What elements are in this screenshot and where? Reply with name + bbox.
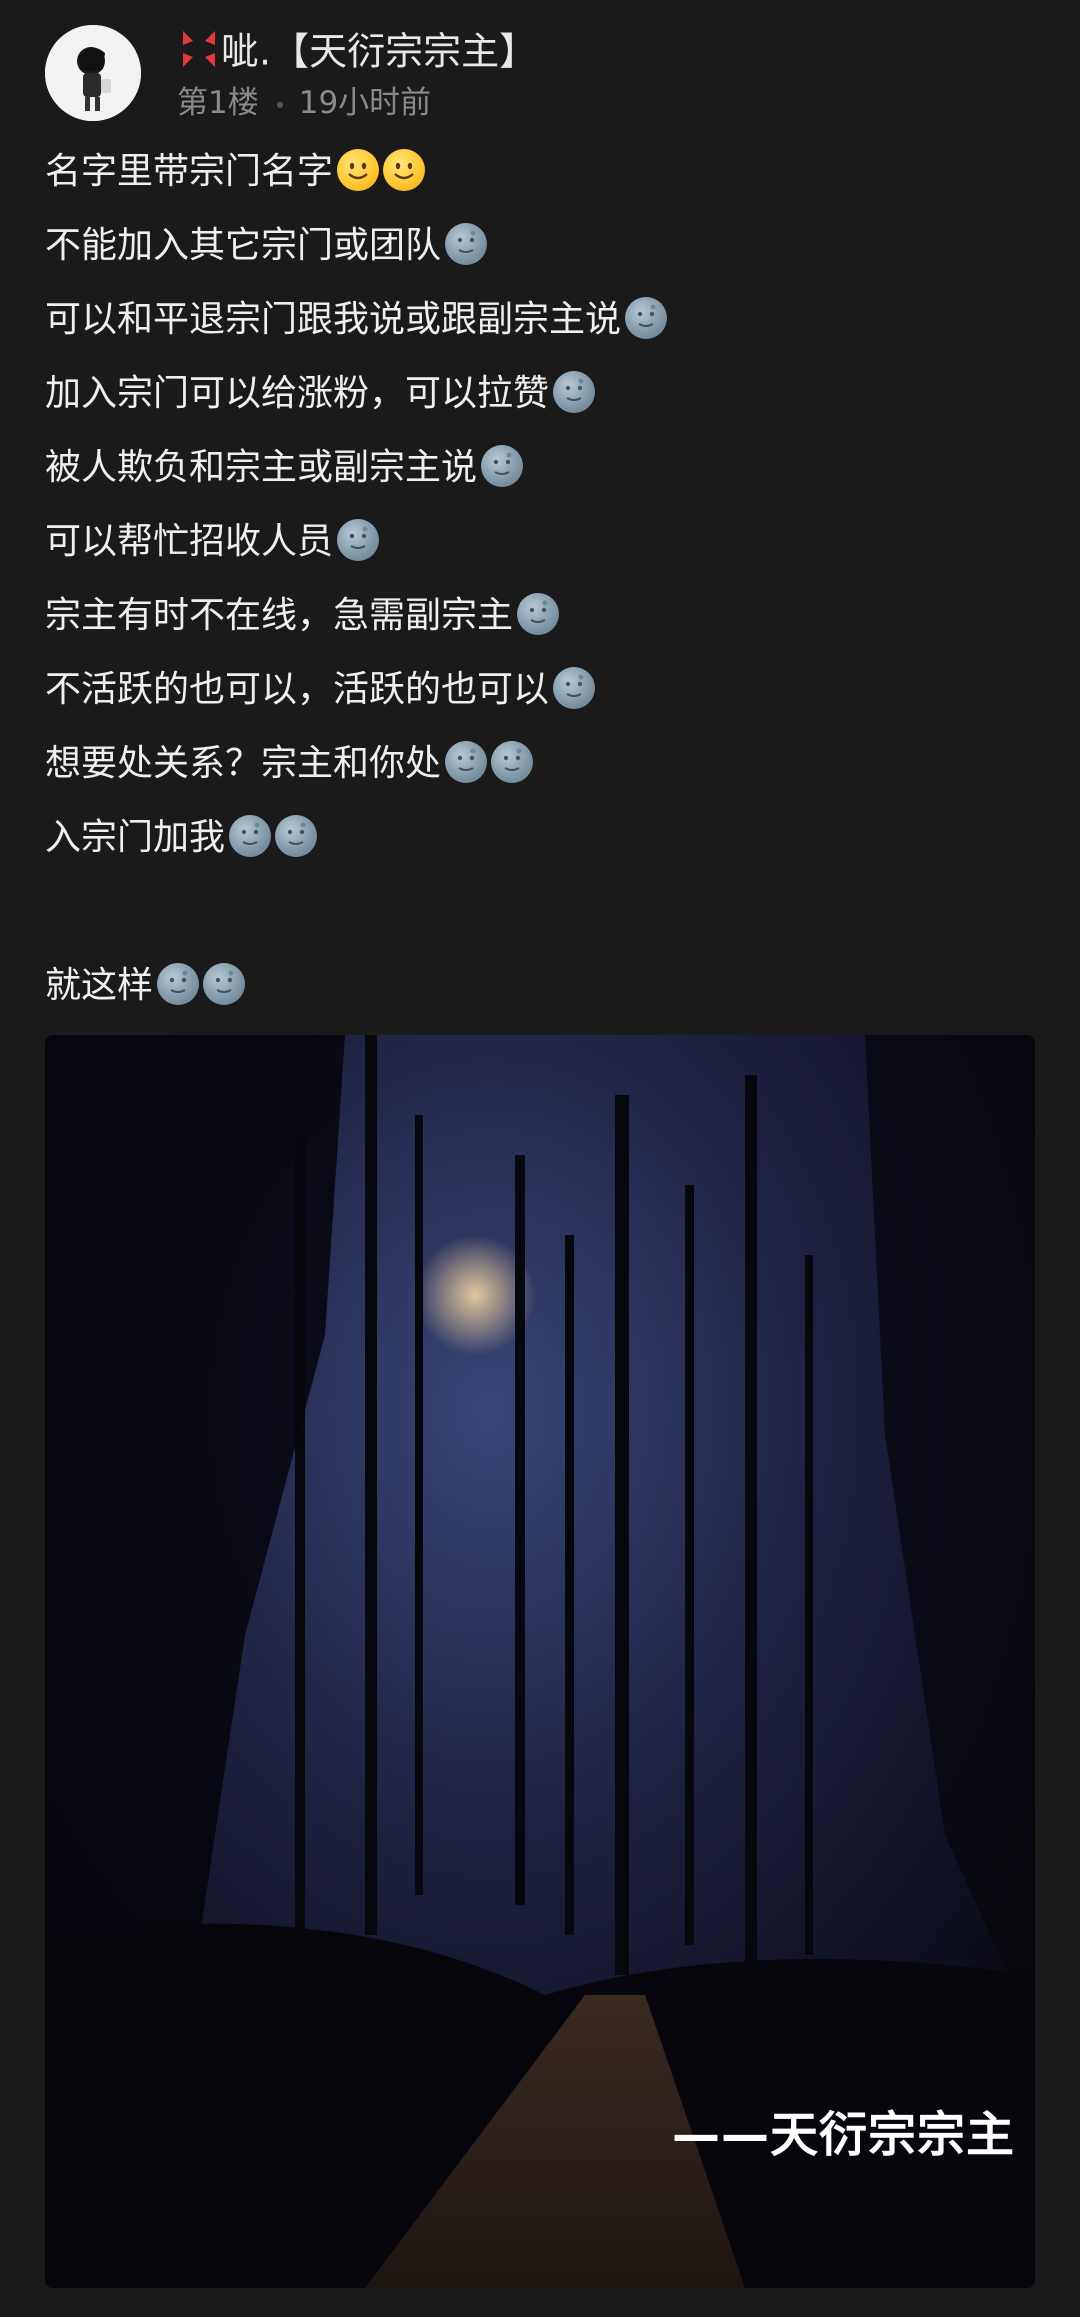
- moon-face-emoji-icon: [553, 667, 596, 709]
- floor-label: 第1楼: [177, 85, 259, 121]
- moon-face-emoji-icon: [445, 223, 488, 265]
- content-line: 想要处关系？宗主和你处: [45, 732, 1035, 806]
- post-time: 19小时前: [298, 85, 432, 121]
- content-line-text: 可以和平退宗门跟我说或跟副宗主说: [45, 299, 622, 340]
- moon-face-emoji-icon: [491, 741, 534, 783]
- image-watermark-text: ——天衍宗宗主: [671, 2107, 1015, 2163]
- moon-face-emoji-icon: [203, 963, 246, 1005]
- moon-face-emoji-icon: [337, 519, 380, 561]
- moon-face-emoji-icon: [275, 815, 318, 857]
- content-line-text: 加入宗门可以给涨粉，可以拉赞: [45, 373, 550, 414]
- content-line: 就这样: [45, 954, 1035, 1028]
- content-line-text: 想要处关系？宗主和你处: [45, 743, 442, 784]
- content-line: 名字里带宗门名字: [45, 140, 1035, 214]
- content-line-text: 入宗门加我: [45, 817, 226, 858]
- smile-emoji-icon: [383, 149, 426, 191]
- post-header: 呲.【天衍宗宗主】 第1楼 19小时前: [45, 25, 1035, 125]
- post-content: 名字里带宗门名字不能加入其它宗门或团队可以和平退宗门跟我说或跟副宗主说 加入宗门可…: [45, 140, 1035, 1028]
- content-line: 被人欺负和宗主或副宗主说: [45, 436, 1035, 510]
- moon-face-emoji-icon: [157, 963, 200, 1005]
- moon-face-emoji-icon: [481, 445, 524, 487]
- moon-face-emoji-icon: [517, 593, 560, 635]
- content-line: 入宗门加我: [45, 806, 1035, 880]
- content-line-text: 名字里带宗门名字: [45, 151, 334, 192]
- moon-face-emoji-icon: [625, 297, 668, 339]
- moon-face-emoji-icon: [445, 741, 488, 783]
- moon-face-emoji-icon: [553, 371, 596, 413]
- content-line-text: 可以帮忙招收人员: [45, 521, 334, 562]
- content-line-text: 不能加入其它宗门或团队: [45, 225, 442, 266]
- avatar[interactable]: [45, 25, 141, 121]
- content-line: [45, 880, 1035, 954]
- author-name-text: 呲.【天衍宗宗主】: [221, 29, 538, 74]
- content-line-text: 不活跃的也可以，活跃的也可以: [45, 669, 550, 710]
- angry-vein-icon: [177, 27, 221, 81]
- content-line: 宗主有时不在线，急需副宗主: [45, 584, 1035, 658]
- smile-emoji-icon: [337, 149, 380, 191]
- author-name[interactable]: 呲.【天衍宗宗主】: [177, 27, 537, 81]
- content-line-text: 被人欺负和宗主或副宗主说: [45, 447, 478, 488]
- content-line: 不活跃的也可以，活跃的也可以: [45, 658, 1035, 732]
- content-line: 加入宗门可以给涨粉，可以拉赞: [45, 362, 1035, 436]
- post-image[interactable]: ——天衍宗宗主: [45, 1035, 1035, 2288]
- content-line: 不能加入其它宗门或团队: [45, 214, 1035, 288]
- image-watermark: ——天衍宗宗主: [672, 2095, 1015, 2165]
- content-line-text: 宗主有时不在线，急需副宗主: [45, 595, 514, 636]
- moon-face-emoji-icon: [229, 815, 272, 857]
- post-meta: 第1楼 19小时前: [177, 83, 431, 123]
- content-line: 可以和平退宗门跟我说或跟副宗主说: [45, 288, 1035, 362]
- meta-separator: [276, 101, 283, 108]
- content-line-text: 就这样: [45, 965, 154, 1006]
- content-line: 可以帮忙招收人员: [45, 510, 1035, 584]
